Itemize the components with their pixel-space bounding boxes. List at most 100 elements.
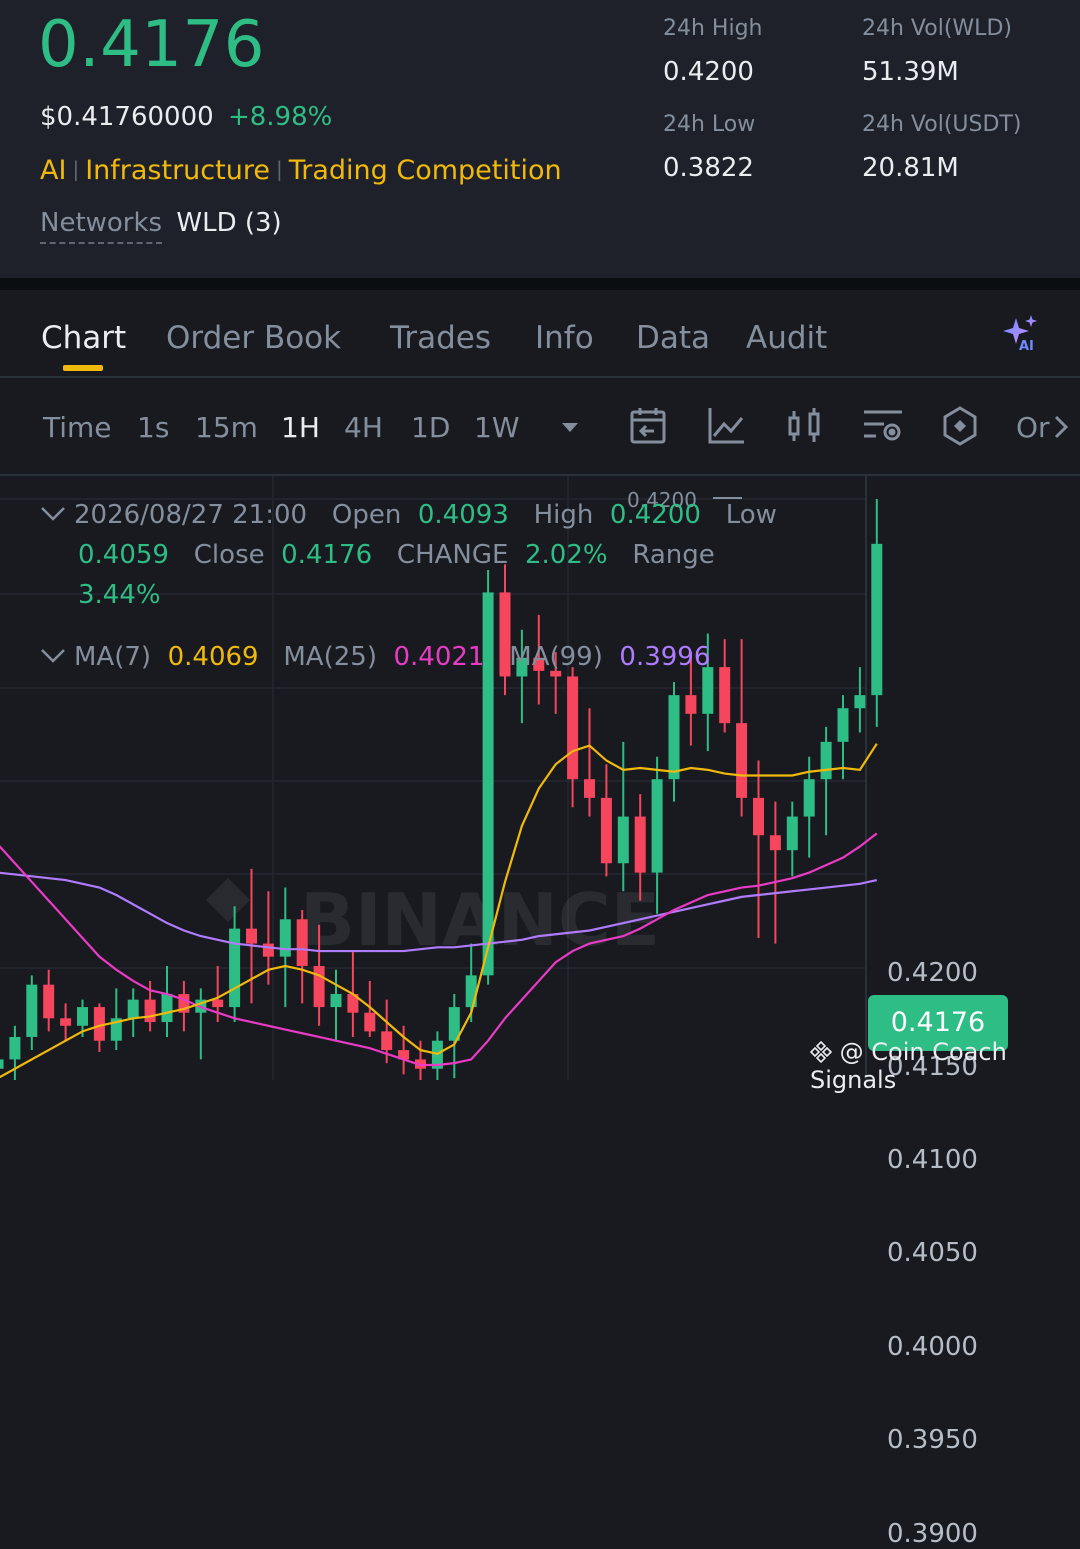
vol-wld-value: 51.39M bbox=[862, 57, 959, 87]
high-value: 0.4200 bbox=[609, 500, 701, 530]
svg-text:AI: AI bbox=[1019, 339, 1034, 354]
tab-order-book[interactable]: Order Book bbox=[166, 320, 341, 356]
low-value: 0.4059 bbox=[78, 540, 169, 570]
candle-body bbox=[600, 797, 612, 864]
chevron-right-icon[interactable] bbox=[1052, 414, 1070, 440]
chevron-down-icon[interactable] bbox=[558, 420, 582, 436]
candle-body bbox=[330, 994, 342, 1008]
high-label: 24h High bbox=[663, 16, 763, 41]
calendar-icon[interactable] bbox=[628, 406, 668, 446]
tag-ai[interactable]: AI bbox=[40, 155, 66, 186]
tag-infrastructure[interactable]: Infrastructure bbox=[85, 155, 270, 186]
candle-body bbox=[381, 1031, 393, 1051]
candle-body bbox=[769, 835, 781, 851]
candle-body bbox=[77, 1007, 88, 1026]
tag-list: AI | Infrastructure | Trading Competition bbox=[40, 155, 562, 186]
last-price: 0.4176 bbox=[38, 8, 265, 82]
indicator-line-icon[interactable] bbox=[706, 406, 746, 446]
interval-4h[interactable]: 4H bbox=[344, 411, 383, 444]
tag-separator: | bbox=[72, 157, 80, 181]
candle-body bbox=[719, 667, 731, 724]
high-value: 0.4200 bbox=[663, 57, 754, 87]
ma7-label: MA(7) bbox=[74, 642, 152, 672]
candle-body bbox=[465, 975, 477, 1008]
tab-chart[interactable]: Chart bbox=[41, 320, 126, 356]
ma25-value: 0.4021 bbox=[393, 642, 485, 672]
high-label: High bbox=[533, 500, 594, 530]
candle-body bbox=[43, 984, 55, 1019]
candle-datetime: 2026/08/27 21:00 bbox=[74, 500, 308, 530]
candle-body bbox=[279, 919, 291, 957]
y-tick-label: 0.3950 bbox=[887, 1425, 978, 1455]
candle-body bbox=[854, 695, 866, 709]
usd-price-row: $0.41760000 +8.98% bbox=[40, 102, 332, 132]
change-percent: +8.98% bbox=[227, 102, 333, 132]
watermark-text: BINANCE bbox=[300, 878, 660, 962]
low-label: Low bbox=[725, 500, 777, 530]
tab-audit[interactable]: Audit bbox=[746, 320, 827, 356]
candle-body bbox=[736, 723, 748, 798]
change-label: CHANGE bbox=[396, 540, 509, 570]
tab-data[interactable]: Data bbox=[636, 320, 710, 356]
tab-bar: Chart Order Book Trades Info Data Audit … bbox=[0, 290, 1080, 378]
candle-body bbox=[584, 779, 595, 798]
interval-1s[interactable]: 1s bbox=[137, 411, 169, 444]
binance-logo-icon bbox=[809, 1040, 833, 1064]
interval-1d[interactable]: 1D bbox=[411, 411, 450, 444]
networks-label[interactable]: Networks bbox=[40, 208, 163, 244]
candle-body bbox=[246, 928, 257, 944]
chart-settings-icon[interactable] bbox=[862, 406, 904, 446]
range-label: Range bbox=[632, 540, 715, 570]
candle-body bbox=[567, 676, 579, 780]
candle-body bbox=[668, 695, 680, 780]
interval-1h[interactable]: 1H bbox=[281, 411, 320, 444]
ma99-value: 0.3996 bbox=[619, 642, 711, 672]
candle-body bbox=[820, 741, 832, 780]
tab-info[interactable]: Info bbox=[535, 320, 594, 356]
candle-body bbox=[60, 1018, 72, 1026]
source-watermark: @ Coin Coach Signals bbox=[809, 1038, 1080, 1094]
y-tick-label: 0.4050 bbox=[887, 1238, 978, 1268]
low-value: 0.3822 bbox=[663, 153, 754, 183]
collapse-chevron-icon[interactable] bbox=[40, 647, 66, 665]
networks-value[interactable]: WLD (3) bbox=[176, 208, 281, 238]
candle-body bbox=[803, 779, 815, 817]
tag-separator: | bbox=[275, 157, 283, 181]
ticker-header: 0.4176 $0.41760000 +8.98% AI | Infrastruct… bbox=[0, 0, 1080, 278]
candle-body bbox=[9, 1036, 21, 1060]
ma99-label: MA(99) bbox=[509, 642, 603, 672]
interval-1w[interactable]: 1W bbox=[474, 411, 520, 444]
y-tick-label: 0.3900 bbox=[887, 1519, 978, 1549]
candle-body bbox=[262, 943, 274, 957]
candle-body bbox=[313, 966, 325, 1008]
watermark-text: @ Coin Coach Signals bbox=[810, 1038, 1007, 1094]
candle-body bbox=[651, 779, 663, 873]
y-tick-label: 0.4000 bbox=[887, 1332, 978, 1362]
candle-body bbox=[786, 816, 798, 851]
range-value: 3.44% bbox=[78, 580, 161, 610]
candle-info-overlay: 2026/08/27 21:00 Open 0.4093 High 0.4200… bbox=[40, 495, 800, 615]
candle-body bbox=[634, 816, 646, 873]
candle-body bbox=[685, 695, 697, 714]
interval-time[interactable]: Time bbox=[43, 411, 112, 444]
y-tick-label: 0.4100 bbox=[887, 1145, 978, 1175]
close-label: Close bbox=[193, 540, 265, 570]
y-tick-label: 0.4200 bbox=[887, 958, 978, 988]
candle-body bbox=[0, 1059, 4, 1069]
collapse-chevron-icon[interactable] bbox=[40, 505, 66, 523]
tab-trades[interactable]: Trades bbox=[390, 320, 491, 356]
hexagon-icon[interactable] bbox=[940, 405, 980, 447]
ma25-label: MA(25) bbox=[283, 642, 377, 672]
active-tab-indicator bbox=[63, 365, 103, 371]
section-divider bbox=[0, 278, 1080, 290]
interval-15m[interactable]: 15m bbox=[195, 411, 258, 444]
change-value: 2.02% bbox=[524, 540, 608, 570]
candlestick-icon[interactable] bbox=[784, 406, 824, 446]
more-options-label[interactable]: Or bbox=[1016, 411, 1050, 444]
candle-body bbox=[161, 994, 173, 1023]
low-label: 24h Low bbox=[663, 112, 756, 137]
tag-trading-competition[interactable]: Trading Competition bbox=[289, 155, 562, 186]
candle-body bbox=[702, 667, 714, 714]
networks-row[interactable]: Networks WLD (3) bbox=[40, 208, 282, 244]
ai-sparkle-icon[interactable]: AI bbox=[1000, 312, 1042, 354]
